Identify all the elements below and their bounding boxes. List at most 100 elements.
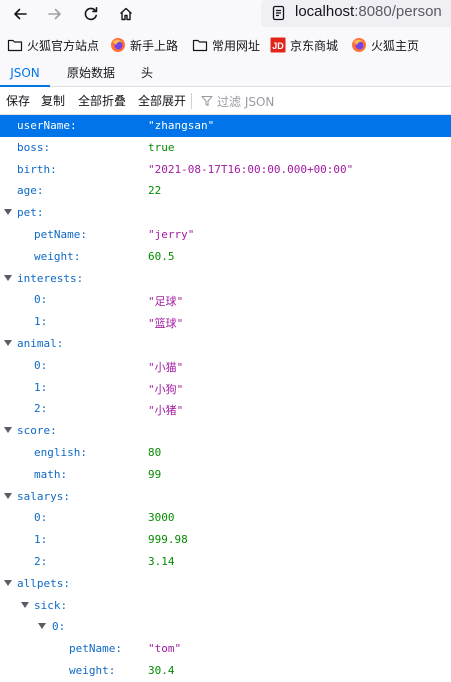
json-value: 3000 [148,511,175,525]
json-tree-row[interactable]: petName: "jerry" [0,224,451,246]
json-key: animal: [17,337,64,350]
jd-icon: JD [270,37,286,53]
url-text[interactable]: localhost:8080/person [295,3,442,20]
home-button[interactable] [114,2,138,26]
json-key: age: [17,184,44,198]
reload-button[interactable] [79,2,103,26]
json-key: 0: [34,358,48,372]
json-tree-row[interactable]: salarys: [0,486,451,508]
expand-toggle-icon[interactable] [4,579,12,586]
expand-toggle-icon[interactable] [4,340,12,346]
back-button[interactable] [8,2,32,26]
copy-button[interactable]: 复制 [41,87,65,115]
collapse-all-button[interactable]: 全部折叠 [78,87,126,115]
save-button[interactable]: 保存 [6,87,30,115]
json-key: 0: [34,293,48,307]
json-tree-row[interactable]: 0: [0,616,451,638]
json-value: "jerry" [148,228,195,241]
url-host: localhost [295,3,355,20]
json-tree-row[interactable]: petName: "tom" [0,638,451,660]
json-key: 1: [34,533,48,547]
json-key: weight: [34,249,81,263]
json-value: "tom" [148,642,182,656]
json-tree-row[interactable]: 0: "足球" [0,289,451,311]
json-tree-row[interactable]: 0: "小猫" [0,355,451,377]
bookmark-firefox-home[interactable]: 火狐主页 [351,36,419,54]
json-key: 1: [34,380,48,394]
json-key: 2: [34,555,48,568]
json-tree-row[interactable]: 1: "篮球" [0,311,451,333]
forward-arrow-icon [48,8,61,20]
firefox-icon [352,38,366,52]
expand-toggle-icon[interactable] [4,274,12,281]
navigation-bar: localhost:8080/person [0,0,451,28]
json-tree-row[interactable]: weight: 60.5 [0,246,451,268]
bookmarks-toolbar: 火狐官方站点 新手上路 常用网址 JD 京东商城 火狐主页 [0,28,451,61]
json-tree-row[interactable]: animal: [0,333,451,355]
json-tree-row[interactable]: userName: "zhangsan" [0,115,451,137]
json-key: allpets: [17,576,70,590]
tab-json[interactable]: JSON [0,61,50,87]
json-key: petName: [69,642,122,656]
json-key: pet: [17,206,44,220]
json-value: "小猪" [148,404,184,418]
expand-toggle-icon[interactable] [21,601,29,608]
json-key: salarys: [17,489,70,503]
json-tree-row[interactable]: pet: [0,202,451,224]
json-tree-row[interactable]: score: [0,420,451,442]
reload-icon [84,7,98,21]
json-tree-row[interactable]: english: 80 [0,442,451,464]
json-key: weight: [69,664,116,677]
json-tree-row[interactable]: 1: "小狗" [0,377,451,399]
folder-icon [7,39,23,52]
json-tree-row[interactable]: 0: 3000 [0,507,451,529]
json-key: 2: [34,402,48,416]
filter-json-input[interactable]: 过滤 JSON [201,87,274,115]
tab-headers[interactable]: 头 [132,61,162,87]
bookmark-getting-started[interactable]: 新手上路 [110,36,178,54]
json-tree-row[interactable]: math: 99 [0,464,451,486]
expand-toggle-icon[interactable] [4,209,12,216]
json-tree-row[interactable]: 1: 999.98 [0,529,451,551]
json-key: sick: [34,598,68,612]
forward-button[interactable] [43,2,67,26]
tab-raw-data[interactable]: 原始数据 [58,61,124,87]
expand-all-button[interactable]: 全部展开 [138,87,186,115]
json-tree-row[interactable]: age: 22 [0,180,451,202]
json-value: "2021-08-17T16:00:00.000+00:00" [148,162,354,176]
json-key: petName: [34,228,87,241]
json-value: "小猫" [148,360,184,374]
page-info-icon[interactable] [271,5,287,21]
bookmark-label: 常用网址 [212,38,261,53]
json-viewer-tabs: JSON 原始数据 头 [0,61,451,87]
json-tree-row[interactable]: allpets: [0,573,451,595]
expand-toggle-icon[interactable] [38,623,46,630]
json-tree-row[interactable]: 2: 3.14 [0,551,451,573]
json-key: math: [34,467,68,481]
json-tree-row[interactable]: weight: 30.4 [0,660,451,682]
expand-toggle-icon[interactable] [4,427,12,434]
svg-text:JD: JD [272,41,284,51]
expand-toggle-icon[interactable] [4,492,12,499]
json-value: 22 [148,184,162,198]
bookmark-common-sites[interactable]: 常用网址 [192,36,260,54]
json-key: 0: [34,511,48,525]
json-value: true [148,140,175,154]
json-value: 80 [148,446,162,459]
json-tree-row[interactable]: birth: "2021-08-17T16:00:00.000+00:00" [0,159,451,181]
firefox-icon [111,38,125,52]
json-tree-row[interactable]: interests: [0,268,451,290]
json-tree-row[interactable]: boss: true [0,137,451,159]
json-tree-row[interactable]: 2: "小猪" [0,398,451,420]
url-bar[interactable]: localhost:8080/person [261,0,451,27]
json-key: interests: [17,271,84,285]
json-tree-row[interactable]: sick: [0,595,451,617]
bookmark-jd-mall[interactable]: JD 京东商城 [270,36,338,54]
bookmark-label: 火狐主页 [371,38,420,53]
json-value: 60.5 [148,249,175,263]
bookmark-label: 火狐官方站点 [27,38,100,53]
bookmark-firefox-official[interactable]: 火狐官方站点 [7,36,99,54]
json-key: 1: [34,315,48,329]
json-key: userName: [17,119,77,132]
url-port-path: :8080/person [354,3,442,20]
